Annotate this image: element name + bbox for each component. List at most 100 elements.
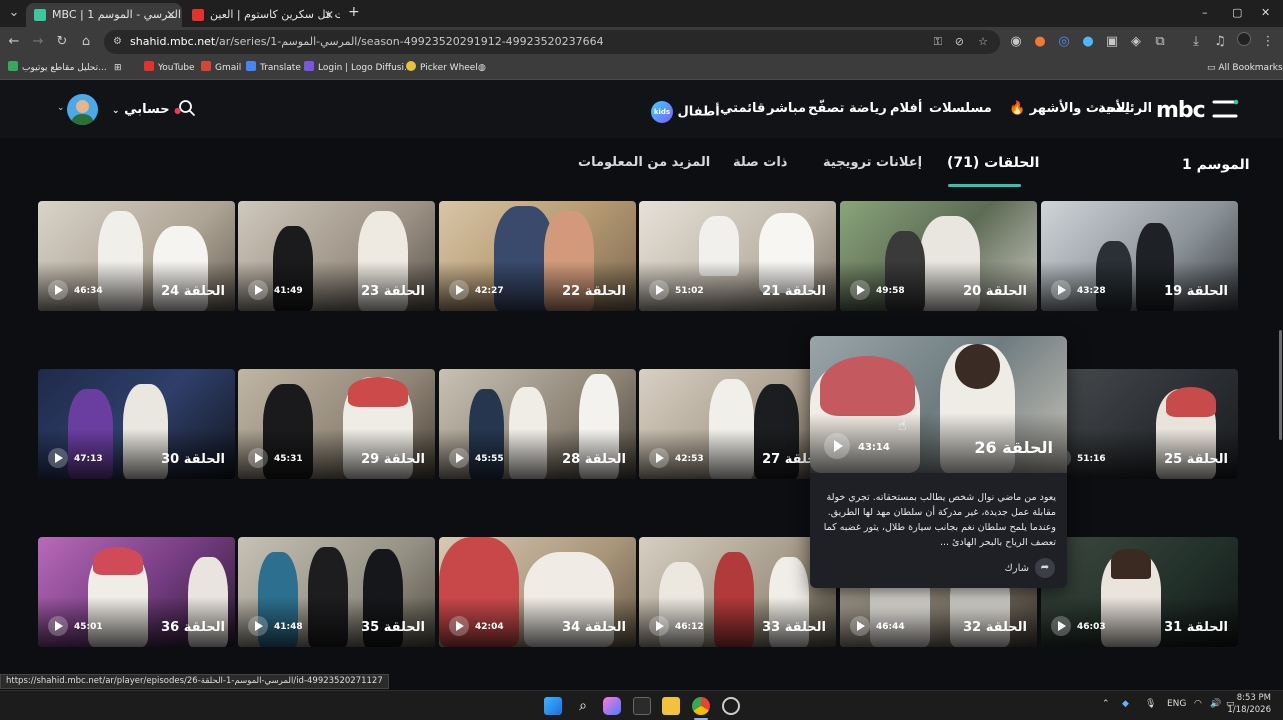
file-explorer-icon[interactable] (662, 697, 680, 715)
search-icon[interactable]: ⌕ (574, 697, 592, 715)
nav-live[interactable]: مباشر (767, 101, 806, 116)
page-scrollbar[interactable] (1279, 330, 1282, 440)
eye-off-icon[interactable]: ⊘ (955, 30, 964, 54)
reload-icon[interactable]: ↻ (52, 32, 72, 52)
browser-tab[interactable]: البرت فل سكرين كاستوم | العين ✕ (184, 3, 340, 27)
close-window-button[interactable]: ✕ (1261, 6, 1270, 19)
microphone-icon[interactable]: 🎙 (1145, 699, 1156, 709)
episode-card[interactable]: الحلقة 33 46:12 (639, 537, 836, 647)
wifi-icon[interactable]: ◠ (1194, 699, 1202, 709)
tab-search-icon[interactable]: ⌄ (4, 3, 24, 23)
bookmark-star-icon[interactable]: ☆ (978, 30, 988, 54)
play-icon[interactable] (824, 433, 850, 459)
play-icon[interactable] (649, 448, 669, 468)
nav-browse[interactable]: تصفّح (808, 101, 844, 116)
address-bar[interactable]: ⚙ shahid.mbc.net/ar/series/المرسي-الموسم… (104, 30, 1000, 54)
episode-card[interactable]: الحلقة 20 49:58 (840, 201, 1037, 311)
episode-card[interactable]: الحلقة 31 46:03 (1041, 537, 1238, 647)
chrome-icon[interactable] (692, 697, 710, 715)
episode-card[interactable]: الحلقة 22 42:27 (439, 201, 636, 311)
play-icon[interactable] (449, 280, 469, 300)
maximize-button[interactable]: ▢ (1232, 6, 1242, 19)
play-icon[interactable] (1051, 616, 1071, 636)
bookmark-translate[interactable]: Translate (246, 61, 301, 76)
share-button[interactable]: ➦شارك (1005, 558, 1055, 578)
volume-icon[interactable]: 🔊 (1210, 699, 1221, 709)
extension-icon[interactable]: ◉ (1006, 32, 1026, 52)
profile-avatar-icon[interactable] (1234, 32, 1254, 52)
windows-start-icon[interactable] (544, 697, 562, 715)
episode-card[interactable]: الحلقة 30 47:13 (38, 369, 235, 479)
play-icon[interactable] (48, 448, 68, 468)
episode-card[interactable]: الحلقة 29 45:31 (238, 369, 435, 479)
extensions-puzzle-icon[interactable]: ⧉ (1150, 32, 1170, 52)
store-icon[interactable] (633, 697, 651, 715)
episode-card[interactable]: الحلقة 35 41:48 (238, 537, 435, 647)
episode-card[interactable]: الحلقة 21 51:02 (639, 201, 836, 311)
clock-time[interactable]: 8:53 PM (1231, 693, 1271, 703)
play-icon[interactable] (48, 280, 68, 300)
episode-card[interactable]: الحلقة 34 42:04 (439, 537, 636, 647)
tab-related[interactable]: ذات صلة (733, 155, 787, 170)
play-icon[interactable] (248, 448, 268, 468)
play-icon[interactable] (48, 616, 68, 636)
all-bookmarks[interactable]: ▭ All Bookmarks (1207, 61, 1283, 76)
extension-icon[interactable]: ◈ (1126, 32, 1146, 52)
play-icon[interactable] (449, 448, 469, 468)
password-icon[interactable]: ⚿ (934, 30, 942, 54)
bookmark-logo-diffusion[interactable]: Login | Logo Diffusi... (304, 61, 413, 76)
bookmark-picker-wheel[interactable]: Picker Wheel (406, 61, 478, 76)
episode-card[interactable]: الحلقة 25 51:16 (1041, 369, 1238, 479)
episode-card[interactable]: الحلقة 27 42:53 (639, 369, 836, 479)
play-icon[interactable] (1051, 280, 1071, 300)
account-menu[interactable]: ● حسابي ⌄ (112, 102, 181, 117)
episode-hover-card[interactable]: الحلقة 26 43:14 يعود من ماضي نوال شخص يط… (810, 336, 1067, 588)
browser-menu-icon[interactable]: ⋮ (1258, 32, 1278, 52)
bookmark-item[interactable]: تحليل مقاطع يوتيوب... (8, 61, 107, 76)
play-icon[interactable] (649, 280, 669, 300)
home-icon[interactable]: ⌂ (76, 32, 96, 52)
mbc-logo[interactable]: mbc (1156, 96, 1240, 128)
play-icon[interactable] (248, 616, 268, 636)
new-tab-button[interactable]: + (348, 4, 360, 20)
episode-card[interactable]: الحلقة 19 43:28 (1041, 201, 1238, 311)
play-icon[interactable] (649, 616, 669, 636)
bookmark-youtube[interactable]: YouTube (144, 61, 195, 76)
extension-icon[interactable]: ◎ (1054, 32, 1074, 52)
episode-card[interactable]: الحلقة 24 46:34 (38, 201, 235, 311)
extension-icon[interactable]: ● (1078, 32, 1098, 52)
play-icon[interactable] (248, 280, 268, 300)
tab-episodes[interactable]: الحلقات (71) (947, 155, 1039, 171)
nav-series[interactable]: مسلسلات (929, 101, 992, 116)
minimize-button[interactable]: – (1202, 6, 1208, 19)
tab-close-icon[interactable]: ✕ (324, 3, 334, 27)
back-icon[interactable]: ← (4, 32, 24, 52)
episode-card[interactable]: الحلقة 28 45:55 (439, 369, 636, 479)
language-indicator[interactable]: ENG (1167, 699, 1186, 709)
forward-icon[interactable]: → (28, 32, 48, 52)
bookmark-gmail[interactable]: Gmail (201, 61, 241, 76)
app-icon[interactable] (722, 697, 740, 715)
avatar[interactable] (67, 94, 98, 125)
extension-icon[interactable]: ● (1030, 32, 1050, 52)
play-icon[interactable] (850, 280, 870, 300)
episode-card[interactable]: الحلقة 23 41:49 (238, 201, 435, 311)
globe-icon[interactable]: ◍ (478, 61, 486, 76)
chevron-up-icon[interactable]: ⌃ (1102, 699, 1110, 709)
extension-icon[interactable]: ▣ (1102, 32, 1122, 52)
episode-card[interactable]: الحلقة 36 45:01 (38, 537, 235, 647)
tab-trailers[interactable]: إعلانات ترويجية (823, 155, 922, 170)
apps-grid-icon[interactable]: ⊞ (114, 61, 122, 76)
nav-my-list[interactable]: قائمتي (720, 101, 765, 116)
clock-date[interactable]: 1/18/2026 (1226, 705, 1271, 715)
tab-close-icon[interactable]: ✕ (166, 3, 176, 27)
season-selector[interactable]: الموسم 1 (1182, 157, 1250, 173)
nav-sports[interactable]: رياضة (849, 101, 887, 116)
copilot-icon[interactable] (603, 697, 621, 715)
episode-thumbnail[interactable]: الحلقة 26 43:14 (810, 336, 1067, 473)
download-icon[interactable]: ⤓ (1186, 32, 1206, 52)
browser-tab-active[interactable]: MBC | شاهد المرسي - الموسم 1 ✕ (26, 3, 182, 27)
tab-more-info[interactable]: المزيد من المعلومات (578, 155, 710, 170)
nav-kids[interactable]: أطفال kids (651, 101, 720, 123)
play-icon[interactable] (850, 616, 870, 636)
